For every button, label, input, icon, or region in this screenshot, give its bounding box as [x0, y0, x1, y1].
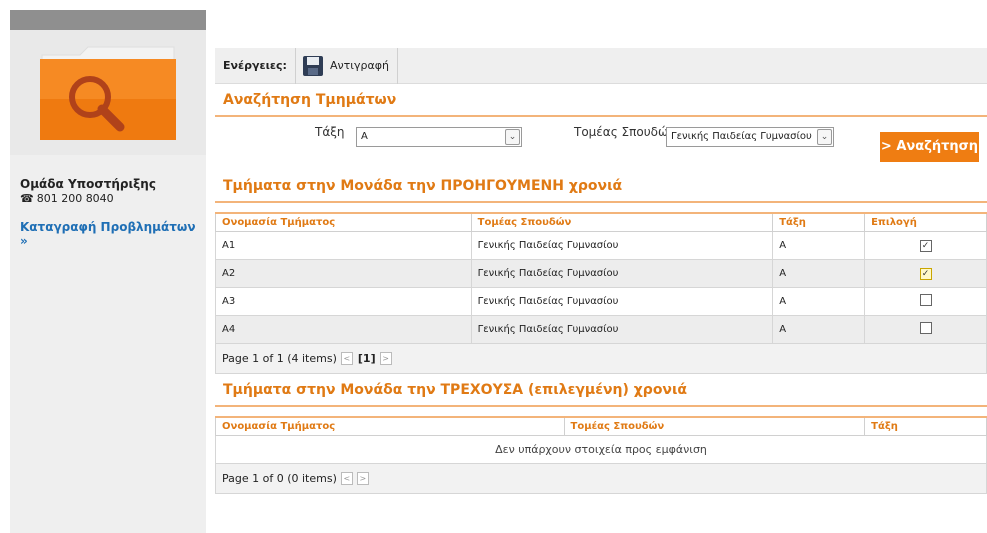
column-header-select[interactable]: Επιλογή: [864, 212, 987, 232]
chevron-down-icon: ⌄: [817, 129, 832, 145]
logo-area: [10, 30, 206, 155]
actions-label: Ενέργειες:: [223, 59, 287, 72]
pager-prev-icon[interactable]: <: [340, 352, 353, 365]
row-select-checkbox[interactable]: [919, 322, 932, 334]
row-sector: Γενικής Παιδείας Γυμνασίου: [470, 315, 774, 344]
search-section-title: Αναζήτηση Τμημάτων: [215, 84, 987, 117]
sidebar-top-bar: [10, 10, 206, 30]
support-phone-number: 801 200 8040: [36, 192, 114, 205]
search-button[interactable]: > Αναζήτηση: [880, 132, 979, 162]
row-name: Α4: [215, 315, 472, 344]
column-header-name[interactable]: Ονομασία Τμήματος: [215, 416, 565, 436]
table-row: Α1 Γενικής Παιδείας Γυμνασίου Α ✓: [215, 231, 987, 260]
main-content: Ενέργειες: Αντιγραφή Αναζήτηση Τμημάτων …: [215, 47, 987, 494]
copy-label: Αντιγραφή: [329, 59, 389, 72]
sector-select-value: Γενικής Παιδείας Γυμνασίου: [671, 131, 812, 142]
row-name: Α1: [215, 231, 472, 260]
column-header-class[interactable]: Τάξη: [864, 416, 987, 436]
pager-prev-icon[interactable]: <: [340, 472, 353, 485]
pager-next-icon[interactable]: >: [379, 352, 392, 365]
chevron-down-icon: ⌄: [505, 129, 520, 145]
table-row: Α2 Γενικής Παιδείας Γυμνασίου Α ✓: [215, 259, 987, 288]
folder-search-icon: [40, 46, 176, 140]
pager-current-page[interactable]: [1]: [358, 352, 376, 365]
row-select-checkbox[interactable]: ✓: [919, 239, 932, 252]
sector-select[interactable]: Γενικής Παιδείας Γυμνασίου ⌄: [666, 127, 834, 147]
support-team-title: Ομάδα Υποστήριξης: [20, 177, 156, 191]
column-header-class[interactable]: Τάξη: [772, 212, 866, 232]
copy-button[interactable]: Αντιγραφή: [296, 47, 398, 84]
row-name: Α3: [215, 287, 472, 316]
previous-year-title: Τμήματα στην Μονάδα την ΠΡΟΗΓΟΥΜΕΝΗ χρον…: [215, 170, 987, 203]
current-year-title: Τμήματα στην Μονάδα την ΤΡΕΧΟΥΣΑ (επιλεγ…: [215, 374, 987, 407]
row-sector: Γενικής Παιδείας Γυμνασίου: [470, 287, 774, 316]
current-year-table: Ονομασία Τμήματος Τομέας Σπουδών Τάξη Δε…: [215, 416, 987, 464]
row-select-checkbox[interactable]: [919, 294, 932, 306]
row-class: Α: [772, 231, 866, 260]
table-row: Α3 Γενικής Παιδείας Γυμνασίου Α: [215, 287, 987, 316]
phone-icon: ☎: [20, 192, 34, 205]
row-sector: Γενικής Παιδείας Γυμνασίου: [470, 231, 774, 260]
class-select-value: Α: [361, 131, 368, 142]
pager-summary: Page 1 of 0 (0 items): [222, 472, 337, 485]
table-row: Α4 Γενικής Παιδείας Γυμνασίου Α: [215, 315, 987, 344]
report-issues-link[interactable]: Καταγραφή Προβλημάτων »: [20, 220, 206, 248]
sidebar: Ομάδα Υποστήριξης ☎ 801 200 8040 Καταγραφ…: [10, 30, 206, 533]
column-header-name[interactable]: Ονομασία Τμήματος: [215, 212, 472, 232]
empty-message: Δεν υπάρχουν στοιχεία προς εμφάνιση: [215, 435, 987, 464]
column-header-sector[interactable]: Τομέας Σπουδών: [563, 416, 866, 436]
search-filters: Τάξη Α ⌄ Τομέας Σπουδών Γενικής Παιδείας…: [215, 117, 987, 157]
empty-row: Δεν υπάρχουν στοιχεία προς εμφάνιση: [215, 435, 987, 464]
pager-next-icon[interactable]: >: [356, 472, 369, 485]
previous-year-table: Ονομασία Τμήματος Τομέας Σπουδών Τάξη Επ…: [215, 212, 987, 344]
previous-year-pager: Page 1 of 1 (4 items) < [1] >: [215, 344, 987, 374]
row-select-checkbox[interactable]: ✓: [919, 267, 932, 280]
class-select[interactable]: Α ⌄: [356, 127, 522, 147]
column-header-sector[interactable]: Τομέας Σπουδών: [470, 212, 774, 232]
row-sector: Γενικής Παιδείας Γυμνασίου: [470, 259, 774, 288]
save-disk-icon: [302, 55, 323, 76]
sector-label: Τομέας Σπουδών: [574, 125, 675, 139]
support-phone: ☎ 801 200 8040: [20, 192, 114, 205]
current-year-pager: Page 1 of 0 (0 items) < >: [215, 464, 987, 494]
row-class: Α: [772, 259, 866, 288]
class-label: Τάξη: [315, 125, 345, 139]
row-class: Α: [772, 315, 866, 344]
row-class: Α: [772, 287, 866, 316]
pager-summary: Page 1 of 1 (4 items): [222, 352, 337, 365]
actions-toolbar: Ενέργειες: Αντιγραφή: [215, 47, 987, 84]
row-name: Α2: [215, 259, 472, 288]
